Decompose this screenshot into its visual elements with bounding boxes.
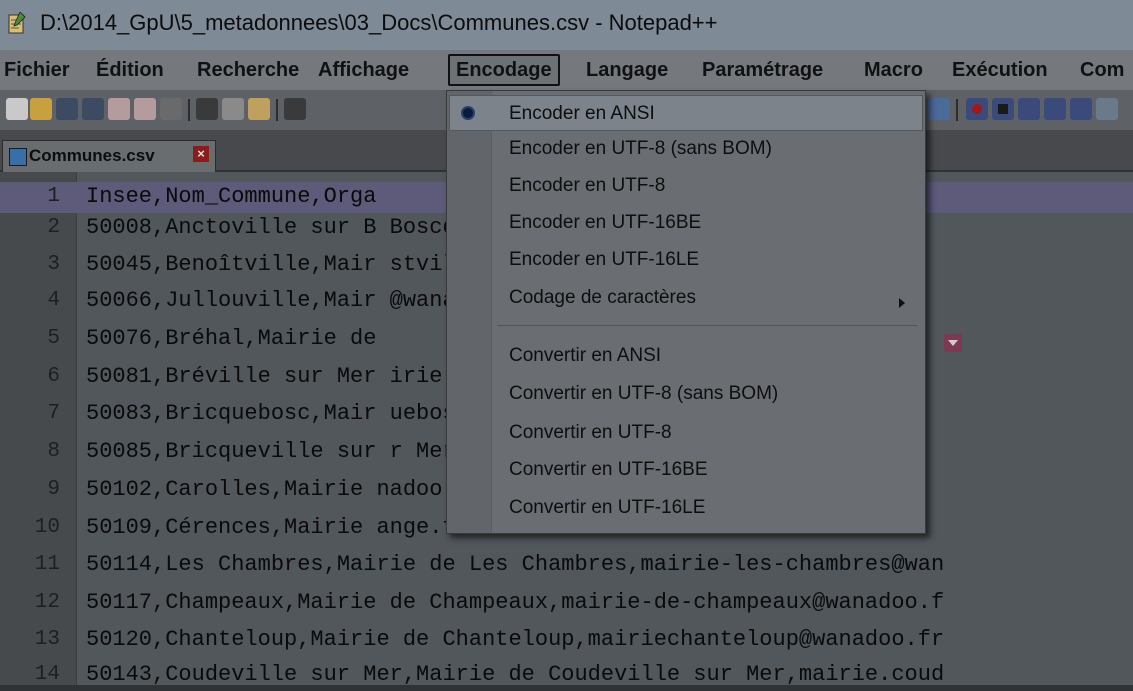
line-text[interactable]: 50102,Carolles,Mairie nadoo.fr (86, 477, 482, 502)
menu-item-encoder-utf16be[interactable]: Encoder en UTF-16BE (509, 208, 701, 238)
close-tab-icon[interactable]: × (193, 146, 209, 162)
menu-com[interactable]: Com (1080, 56, 1124, 84)
menu-item-convertir-utf8-sans-bom[interactable]: Convertir en UTF-8 (sans BOM) (509, 379, 778, 409)
copy-icon[interactable] (222, 98, 244, 120)
editor-line: 12 50117,Champeaux,Mairie de Champeaux,m… (0, 588, 1133, 619)
menu-affichage[interactable]: Affichage (318, 56, 409, 84)
menu-item-convertir-utf8[interactable]: Convertir en UTF-8 (509, 418, 672, 448)
submenu-arrow-icon (899, 298, 905, 308)
file-saved-icon (9, 148, 27, 166)
stop-macro-icon[interactable] (992, 98, 1014, 120)
editor-line: 14 50143,Coudeville sur Mer,Mairie de Co… (0, 660, 1133, 691)
toolbar-separator (956, 99, 958, 121)
menu-execution[interactable]: Exécution (952, 56, 1048, 84)
menu-separator (497, 325, 917, 326)
window-title: D:\2014_GpU\5_metadonnees\03_Docs\Commun… (40, 10, 718, 35)
menu-item-convertir-utf16le[interactable]: Convertir en UTF-16LE (509, 493, 705, 523)
line-text[interactable]: 50120,Chanteloup,Mairie de Chanteloup,ma… (86, 627, 944, 652)
paste-icon[interactable] (248, 98, 270, 120)
line-number: 4 (47, 289, 60, 312)
line-number: 8 (47, 440, 60, 463)
toolbar-separator (188, 99, 190, 121)
radio-selected-icon (461, 106, 475, 120)
line-text[interactable]: 50143,Coudeville sur Mer,Mairie de Coude… (86, 662, 944, 687)
editor-line: 11 50114,Les Chambres,Mairie de Les Cham… (0, 550, 1133, 581)
menu-item-codage-caracteres[interactable]: Codage de caractères (509, 283, 696, 313)
save-all-icon[interactable] (82, 98, 104, 120)
line-number: 1 (47, 185, 60, 208)
menu-icon-gutter (447, 91, 492, 533)
toolbar-separator (276, 99, 278, 121)
menu-item-convertir-ansi[interactable]: Convertir en ANSI (509, 341, 661, 371)
line-text[interactable]: 50114,Les Chambres,Mairie de Les Chambre… (86, 552, 944, 577)
line-text[interactable]: 50076,Bréhal,Mairie de (86, 326, 376, 351)
line-text[interactable]: Insee,Nom_Commune,Orga (86, 184, 376, 209)
new-file-icon[interactable] (6, 98, 28, 120)
line-number: 12 (34, 591, 60, 614)
line-number: 13 (34, 628, 60, 651)
menu-encodage[interactable]: Encodage (448, 54, 560, 86)
title-bar: D:\2014_GpU\5_metadonnees\03_Docs\Commun… (0, 0, 1133, 50)
line-number: 5 (47, 327, 60, 350)
open-file-icon[interactable] (30, 98, 52, 120)
toolbar-more-icon[interactable] (1096, 98, 1118, 120)
menu-parametrage[interactable]: Paramétrage (702, 56, 823, 84)
save-icon[interactable] (56, 98, 78, 120)
menu-bar: Fichier Édition Recherche Affichage Enco… (0, 50, 1133, 90)
menu-edition[interactable]: Édition (96, 56, 164, 84)
chevron-down-icon[interactable] (944, 334, 962, 352)
menu-item-encoder-utf8[interactable]: Encoder en UTF-8 (509, 171, 665, 201)
cut-icon[interactable] (196, 98, 218, 120)
menu-recherche[interactable]: Recherche (197, 56, 299, 84)
line-number: 7 (47, 402, 60, 425)
undo-icon[interactable] (284, 98, 306, 120)
line-number: 6 (47, 365, 60, 388)
save-macro-icon[interactable] (1070, 98, 1092, 120)
tab-label: Communes.csv (29, 146, 155, 165)
close-all-icon[interactable] (134, 98, 156, 120)
menu-item-encoder-utf8-sans-bom[interactable]: Encoder en UTF-8 (sans BOM) (509, 134, 772, 164)
menu-langage[interactable]: Langage (586, 56, 668, 84)
run-macro-multiple-icon[interactable] (1044, 98, 1066, 120)
line-number: 2 (47, 216, 60, 239)
menu-item-convertir-utf16be[interactable]: Convertir en UTF-16BE (509, 455, 708, 485)
line-number: 11 (34, 553, 60, 576)
line-number: 14 (34, 663, 60, 686)
view-icon[interactable] (928, 98, 950, 120)
close-file-icon[interactable] (108, 98, 130, 120)
play-macro-icon[interactable] (1018, 98, 1040, 120)
record-macro-icon[interactable] (966, 98, 988, 120)
encodage-dropdown-menu: Encoder en ANSI Encoder en UTF-8 (sans B… (446, 90, 926, 534)
menu-macro[interactable]: Macro (864, 56, 923, 84)
notepad-plus-plus-icon (8, 12, 26, 34)
line-number: 3 (47, 253, 60, 276)
tab-communes-csv[interactable]: Communes.csv × (2, 140, 216, 173)
menu-item-encoder-utf16le[interactable]: Encoder en UTF-16LE (509, 245, 699, 275)
line-number: 9 (47, 478, 60, 501)
menu-fichier[interactable]: Fichier (4, 56, 70, 84)
menu-item-encoder-ansi[interactable]: Encoder en ANSI (509, 99, 655, 129)
editor-line: 13 50120,Chanteloup,Mairie de Chanteloup… (0, 625, 1133, 656)
line-text[interactable]: 50109,Cérences,Mairie ange.fr (86, 515, 469, 540)
print-icon[interactable] (160, 98, 182, 120)
line-number: 10 (34, 516, 60, 539)
line-text[interactable]: 50117,Champeaux,Mairie de Champeaux,mair… (86, 590, 944, 615)
